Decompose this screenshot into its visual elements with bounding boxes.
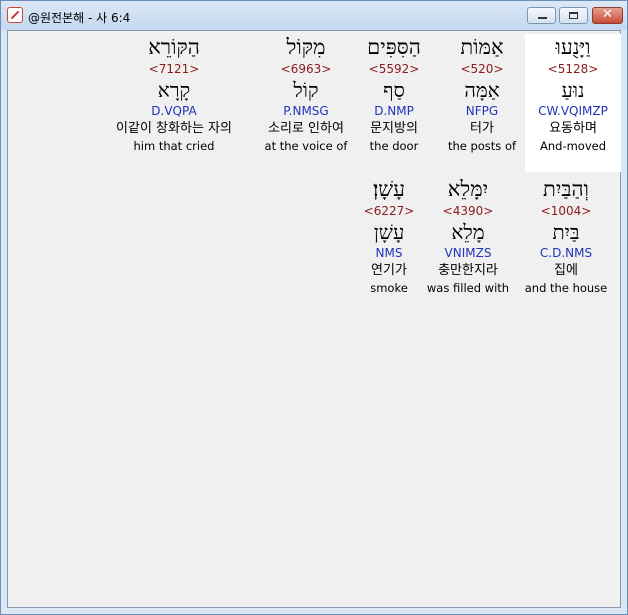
lemma: נוּעַ (561, 78, 585, 102)
strong-number[interactable]: <1004> (516, 202, 616, 220)
english-gloss: him that cried (133, 139, 215, 153)
word-column[interactable]: וְהַבַּיִת <1004> בַּיִת C.D.NMS 집에 and … (516, 176, 616, 296)
hebrew-word: יִמָּלֵא (447, 177, 489, 201)
maximize-button[interactable] (559, 7, 588, 24)
app-icon[interactable] (7, 7, 23, 23)
word-column[interactable]: הַסִּפִּים <5592> סַף D.NMP 문지방의 the doo… (352, 34, 436, 154)
english-gloss: smoke (370, 281, 408, 295)
english-gloss: at the voice of (264, 139, 348, 153)
close-button[interactable]: ✕ (592, 7, 623, 24)
strong-number[interactable]: <6963> (256, 60, 356, 78)
strong-number[interactable]: <6227> (354, 202, 424, 220)
morphology: D.VQPA (151, 104, 197, 118)
strong-number[interactable]: <5592> (352, 60, 436, 78)
lemma: סַף (383, 78, 405, 102)
english-gloss: was filled with (426, 281, 510, 295)
word-column[interactable]: יִמָּלֵא <4390> מָלֵא VNIMZS 충만한지라 was f… (422, 176, 514, 296)
morphology: C.D.NMS (539, 246, 593, 260)
korean-gloss: 연기가 (371, 263, 407, 278)
lemma: קָרָא (157, 78, 191, 102)
window-title: @원전본해 - 사 6:4 (28, 11, 131, 25)
word-column-selected[interactable]: וַיָּנֻעוּ <5128> נוּעַ CW.VQIMZP 요동하며 A… (525, 34, 621, 172)
morphology: NMS (375, 246, 403, 260)
main-window: @원전본해 - 사 6:4 ✕ וַיָּנֻעוּ <5128> נוּעַ … (0, 0, 628, 615)
morphology: D.NMP (374, 104, 414, 118)
korean-gloss: 충만한지라 (438, 263, 498, 278)
hebrew-word: מִקּוֹל (286, 35, 326, 59)
interlinear-panel: וַיָּנֻעוּ <5128> נוּעַ CW.VQIMZP 요동하며 A… (7, 30, 621, 608)
lemma: אַמָּה (464, 78, 500, 102)
word-column[interactable]: אַמּוֹת <520> אַמָּה NFPG 터가 the posts o… (434, 34, 530, 154)
title-bar[interactable]: @원전본해 - 사 6:4 ✕ (1, 1, 627, 30)
korean-gloss: 집에 (554, 263, 578, 278)
korean-gloss: 소리로 인하여 (268, 121, 344, 136)
close-icon: ✕ (602, 7, 613, 22)
strong-number[interactable]: <7121> (100, 60, 248, 78)
korean-gloss: 터가 (470, 121, 494, 136)
english-gloss: the door (369, 139, 419, 153)
word-column[interactable]: הַקּוֹרֵא <7121> קָרָא D.VQPA 이같이 창화하는 자… (100, 34, 248, 154)
english-gloss: the posts of (447, 139, 517, 153)
morphology: CW.VQIMZP (538, 104, 608, 118)
morphology: P.NMSG (283, 104, 329, 118)
korean-gloss: 문지방의 (370, 121, 418, 136)
lemma: מָלֵא (451, 220, 485, 244)
word-column[interactable]: עָשָׁן׃ <6227> עָשָׁן NMS 연기가 smoke (354, 176, 424, 296)
korean-gloss: 이같이 창화하는 자의 (116, 121, 232, 136)
minimize-button[interactable] (527, 7, 556, 24)
hebrew-word: אַמּוֹת (460, 35, 504, 59)
hebrew-word: עָשָׁן׃ (372, 177, 406, 201)
minimize-icon (538, 17, 547, 19)
korean-gloss: 요동하며 (549, 121, 597, 136)
hebrew-word: הַסִּפִּים (367, 35, 421, 59)
maximize-icon (569, 12, 578, 19)
morphology: NFPG (465, 104, 499, 118)
word-column[interactable]: מִקּוֹל <6963> קוֹל P.NMSG 소리로 인하여 at th… (256, 34, 356, 154)
lemma: קוֹל (293, 78, 319, 102)
english-gloss: and the house (524, 281, 608, 295)
strong-number[interactable]: <4390> (422, 202, 514, 220)
strong-number[interactable]: <5128> (525, 60, 621, 78)
lemma: בַּיִת (552, 220, 580, 244)
hebrew-word: וְהַבַּיִת (543, 177, 589, 201)
hebrew-word: וַיָּנֻעוּ (555, 35, 591, 59)
english-gloss: And-moved (539, 139, 607, 153)
strong-number[interactable]: <520> (434, 60, 530, 78)
morphology: VNIMZS (444, 246, 492, 260)
hebrew-word: הַקּוֹרֵא (148, 35, 200, 59)
lemma: עָשָׁן (373, 220, 405, 244)
